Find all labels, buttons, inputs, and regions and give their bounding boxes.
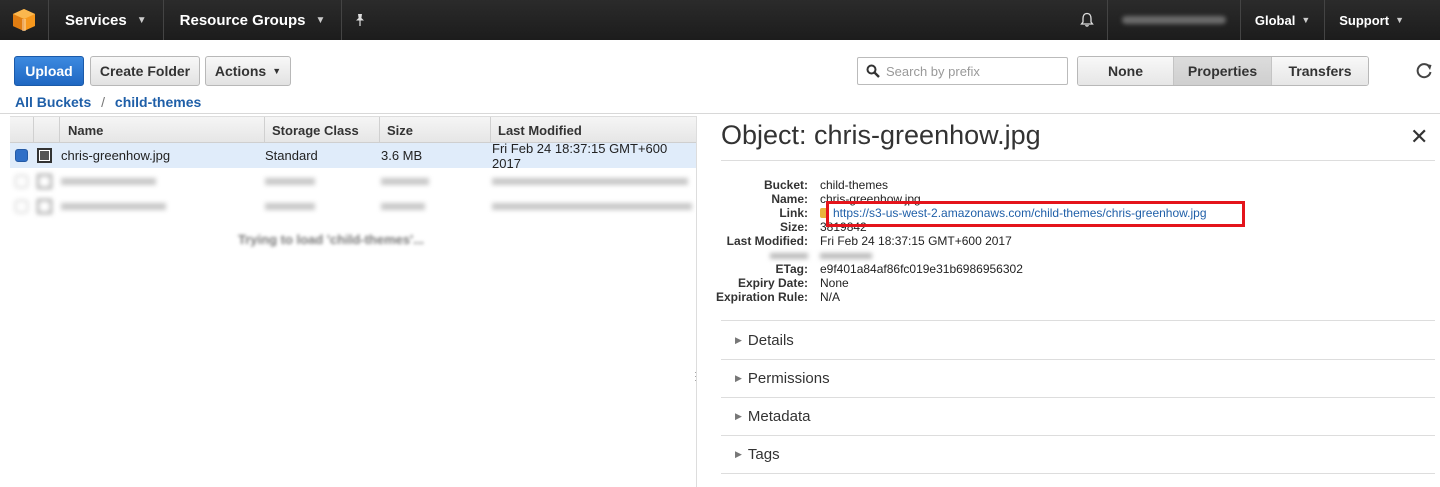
region-menu[interactable]: Global ▼ (1241, 0, 1324, 40)
refresh-icon[interactable] (1412, 58, 1436, 84)
view-toggle-group: None Properties Transfers (1077, 56, 1369, 86)
resource-groups-label: Resource Groups (179, 11, 306, 29)
account-menu[interactable] (1108, 0, 1240, 40)
aws-cube-icon[interactable] (0, 0, 48, 40)
row-name[interactable]: chris-greenhow.jpg (61, 143, 170, 168)
file-icon (37, 143, 52, 168)
tab-properties[interactable]: Properties (1174, 57, 1272, 85)
support-menu[interactable]: Support ▼ (1325, 0, 1418, 40)
column-select (10, 117, 34, 143)
row-storage-class: Standard (265, 148, 318, 163)
tab-transfers[interactable]: Transfers (1272, 57, 1368, 85)
resize-handle-icon[interactable]: · · · (694, 368, 699, 386)
pane-divider[interactable] (696, 116, 697, 487)
object-title: Object: chris-greenhow.jpg (721, 120, 1041, 150)
actions-button[interactable]: Actions ▼ (205, 56, 291, 86)
redacted-text (265, 169, 315, 194)
create-folder-button[interactable]: Create Folder (90, 56, 200, 86)
triangle-right-icon: ▶ (735, 448, 742, 459)
redacted-text (492, 194, 692, 219)
loading-message: Trying to load 'child-themes'... (238, 232, 425, 247)
close-icon[interactable]: ✕ (1410, 124, 1428, 150)
chevron-down-icon: ▼ (1301, 15, 1311, 25)
nav-right-group: Global ▼ Support ▼ (1067, 0, 1440, 40)
top-navigation-bar: Services ▼ Resource Groups ▼ Global ▼ Su… (0, 0, 1440, 40)
row-checkbox[interactable] (15, 143, 28, 168)
redacted-text (381, 169, 429, 194)
support-label: Support (1339, 12, 1390, 28)
checkbox-checked (15, 149, 28, 162)
row-checkbox[interactable] (15, 194, 28, 219)
triangle-right-icon: ▶ (735, 334, 742, 345)
chevron-down-icon: ▼ (1395, 15, 1404, 25)
row-last-modified: Fri Feb 24 18:37:15 GMT+600 2017 (492, 140, 668, 171)
breadcrumb-all-buckets[interactable]: All Buckets (15, 94, 91, 110)
column-last-modified[interactable]: Last Modified (491, 117, 696, 143)
row-size: 3.6 MB (381, 148, 423, 163)
section-details-label: Details (747, 331, 794, 349)
column-name[interactable]: Name (60, 117, 265, 143)
triangle-right-icon: ▶ (735, 372, 742, 383)
chevron-down-icon: ▼ (315, 14, 326, 26)
region-label: Global (1254, 12, 1296, 28)
actions-label: Actions (214, 63, 267, 79)
property-bucket: Bucket: child-themes (763, 178, 889, 192)
redacted-text (381, 194, 425, 219)
table-row[interactable]: chris-greenhow.jpg Standard 3.6 MB Fri F… (10, 140, 696, 171)
search-icon (866, 64, 880, 78)
row-checkbox[interactable] (15, 169, 28, 194)
redacted-text (61, 194, 166, 219)
property-expiry-date: Expiry Date: None (737, 276, 849, 290)
search-input[interactable] (886, 63, 1056, 79)
table-row-redacted[interactable] (10, 169, 696, 194)
tab-none[interactable]: None (1078, 57, 1174, 85)
chevron-down-icon: ▼ (272, 66, 282, 76)
property-owner-redacted (700, 248, 1440, 262)
section-divider (721, 473, 1435, 474)
triangle-right-icon: ▶ (735, 410, 742, 421)
object-properties: Bucket: child-themes Name: chris-greenho… (700, 178, 1440, 304)
upload-button[interactable]: Upload (14, 56, 84, 86)
account-name-redacted (1121, 16, 1226, 24)
section-permissions[interactable]: ▶ Permissions (721, 359, 1435, 397)
services-menu[interactable]: Services ▼ (49, 0, 163, 40)
breadcrumb-current-bucket[interactable]: child-themes (115, 94, 201, 110)
table-row-redacted[interactable] (10, 194, 696, 219)
title-divider (721, 160, 1435, 161)
bell-icon[interactable] (1067, 0, 1107, 40)
property-expiration-rule: Expiration Rule: N/A (715, 290, 841, 304)
redacted-text (61, 169, 156, 194)
file-icon (37, 194, 52, 219)
redacted-text (265, 194, 315, 219)
object-list: Name Storage Class Size Last Modified ch… (10, 116, 696, 487)
file-icon (37, 169, 52, 194)
table-header: Name Storage Class Size Last Modified (10, 116, 696, 143)
column-icon (34, 117, 60, 143)
column-size[interactable]: Size (380, 117, 491, 143)
link-highlight-box (826, 201, 1245, 227)
chevron-down-icon: ▼ (136, 14, 147, 26)
pin-icon[interactable] (342, 0, 378, 40)
property-etag: ETag: e9f401a84af86fc019e31b6986956302 (775, 262, 1023, 276)
breadcrumb: All Buckets / child-themes (15, 94, 201, 110)
column-storage-class[interactable]: Storage Class (265, 117, 380, 143)
section-details[interactable]: ▶ Details (721, 321, 1435, 359)
section-permissions-label: Permissions (747, 369, 830, 387)
search-box[interactable] (857, 57, 1068, 85)
property-last-modified: Last Modified: Fri Feb 24 18:37:15 GMT+6… (726, 234, 1012, 248)
section-tags-label: Tags (747, 445, 780, 463)
redacted-text (492, 169, 688, 194)
services-label: Services (65, 11, 127, 29)
resource-groups-menu[interactable]: Resource Groups ▼ (164, 0, 342, 40)
breadcrumb-separator: / (101, 94, 106, 110)
toolbar-divider (0, 113, 1440, 114)
section-metadata[interactable]: ▶ Metadata (721, 397, 1435, 435)
section-metadata-label: Metadata (747, 407, 811, 425)
section-tags[interactable]: ▶ Tags (721, 435, 1435, 473)
